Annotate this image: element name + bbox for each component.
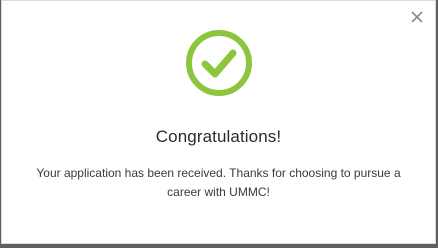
checkmark-circle-icon — [185, 29, 253, 97]
success-dialog: Congratulations! Your application has be… — [1, 0, 436, 244]
close-icon[interactable] — [409, 9, 425, 25]
dialog-title: Congratulations! — [155, 127, 282, 146]
dialog-message: Your application has been received. Than… — [36, 166, 401, 199]
